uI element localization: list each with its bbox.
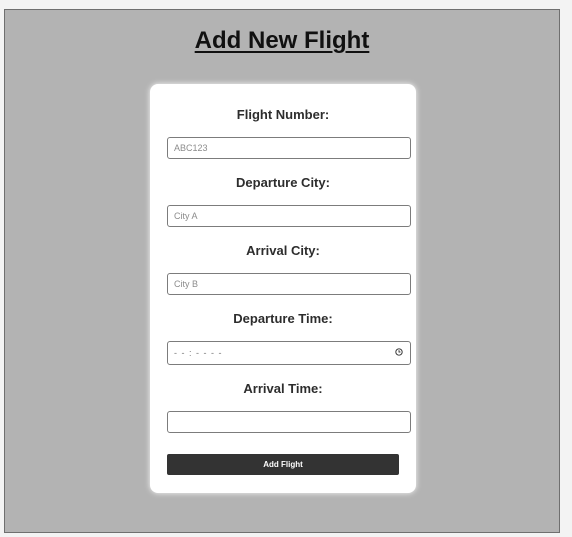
- flight-number-label: Flight Number:: [236, 107, 330, 122]
- departure-time-display: - - : - - - -: [174, 348, 223, 358]
- page-title: Add New Flight: [194, 27, 370, 54]
- departure-city-label: Departure City:: [236, 175, 330, 190]
- arrival-city-placeholder: City B: [174, 279, 199, 289]
- departure-city-input[interactable]: City A: [167, 205, 411, 227]
- page-background: Add New Flight Flight Number: ABC123 Dep…: [4, 9, 560, 533]
- flight-number-placeholder: ABC123: [174, 143, 208, 153]
- add-flight-form: Flight Number: ABC123 Departure City: Ci…: [150, 84, 416, 493]
- arrival-city-label: Arrival City:: [246, 243, 320, 258]
- departure-time-label: Departure Time:: [233, 311, 333, 326]
- departure-city-placeholder: City A: [174, 211, 198, 221]
- arrival-city-input[interactable]: City B: [167, 273, 411, 295]
- departure-time-input[interactable]: - - : - - - -: [167, 341, 411, 365]
- flight-number-input[interactable]: ABC123: [167, 137, 411, 159]
- arrival-time-input[interactable]: [167, 411, 411, 433]
- clock-icon[interactable]: [395, 348, 403, 356]
- add-flight-button[interactable]: Add Flight: [167, 454, 399, 475]
- arrival-time-label: Arrival Time:: [243, 381, 323, 396]
